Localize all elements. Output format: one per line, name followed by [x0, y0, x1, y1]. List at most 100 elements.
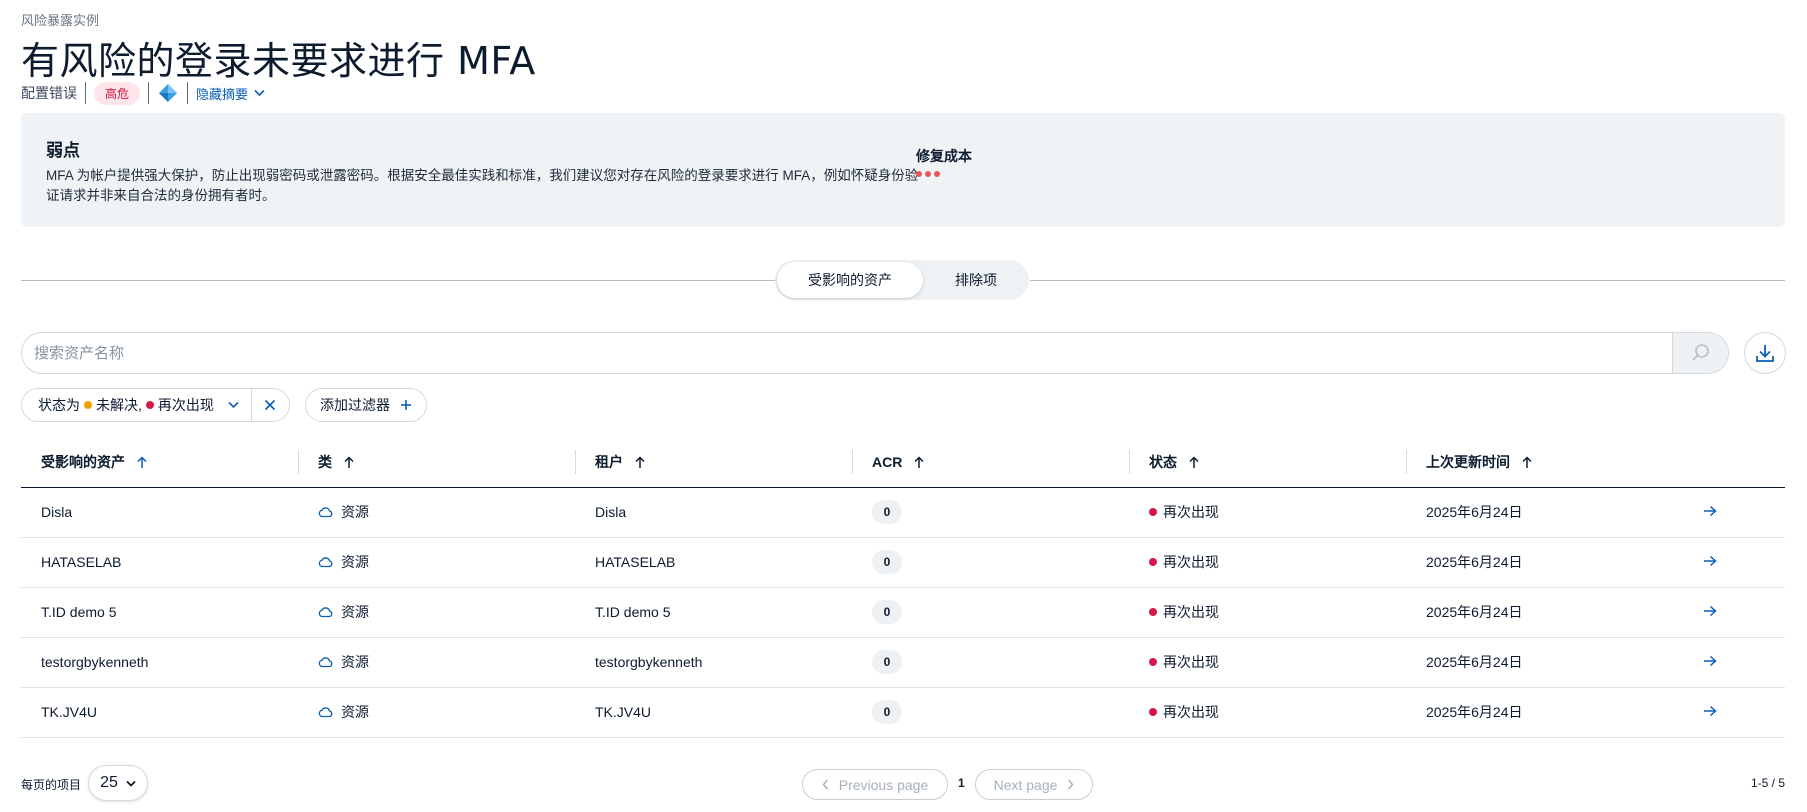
status-filter-chip: 状态为 未解决, 再次出现	[21, 388, 290, 422]
search-icon	[1691, 344, 1709, 361]
cell-updated: 2025年6月24日	[1406, 637, 1683, 688]
sort-asc-icon	[1189, 456, 1199, 468]
column-header-asset[interactable]: 受影响的资产	[21, 437, 298, 488]
cell-status: 再次出现	[1129, 487, 1406, 538]
column-header-updated[interactable]: 上次更新时间	[1406, 437, 1683, 488]
current-page-number[interactable]: 1	[958, 776, 965, 790]
column-separator	[1129, 450, 1130, 474]
column-header-status[interactable]: 状态	[1129, 437, 1406, 488]
open-asset-arrow-icon[interactable]	[1703, 654, 1717, 670]
download-button[interactable]	[1744, 332, 1786, 374]
cell-type-label: 资源	[341, 604, 369, 620]
search-button[interactable]	[1672, 333, 1728, 373]
status-dot	[1149, 558, 1157, 566]
cell-asset: Disla	[21, 487, 298, 538]
view-toggle: 受影响的资产 排除项	[775, 260, 1029, 300]
chevron-down-icon	[254, 89, 265, 97]
cloud-icon	[318, 707, 333, 718]
table-row[interactable]: TK.JV4U 资源 TK.JV4U 0 再次出现 2025年6月24日	[21, 687, 1785, 738]
filter-value-unresolved: 未解决,	[96, 397, 142, 413]
assets-table: 受影响的资产 类 租户 ACR 状态 上次更新时间 Disla 资源 Disla…	[21, 437, 1785, 738]
cell-status: 再次出现	[1129, 587, 1406, 638]
cell-acr: 0	[852, 487, 1129, 538]
hide-summary-toggle[interactable]: 隐藏摘要	[196, 84, 265, 103]
table-row[interactable]: Disla 资源 Disla 0 再次出现 2025年6月24日	[21, 487, 1785, 538]
cell-updated: 2025年6月24日	[1406, 687, 1683, 738]
cell-type: 资源	[298, 537, 575, 588]
chevron-down-icon	[126, 780, 136, 787]
tab-exclusions[interactable]: 排除项	[925, 262, 1027, 298]
cell-status: 再次出现	[1129, 637, 1406, 688]
meta-row: 配置错误 高危 隐藏摘要	[21, 80, 265, 106]
filter-prefix: 状态为	[38, 397, 80, 413]
category-label: 配置错误	[21, 85, 77, 101]
plus-icon	[401, 400, 411, 410]
cell-type-label: 资源	[341, 704, 369, 720]
open-asset-arrow-icon[interactable]	[1703, 554, 1717, 570]
sort-asc-icon	[635, 456, 645, 468]
status-label: 再次出现	[1163, 554, 1219, 570]
column-header-type[interactable]: 类	[298, 437, 575, 488]
per-page-label: 每页的项目	[21, 778, 82, 792]
column-header-tenant[interactable]: 租户	[575, 437, 852, 488]
section-divider-right	[1030, 280, 1785, 281]
cell-acr: 0	[852, 537, 1129, 588]
cost-dot	[916, 171, 922, 177]
status-dot-unresolved	[84, 401, 92, 409]
cell-updated: 2025年6月24日	[1406, 487, 1683, 538]
add-filter-button[interactable]: 添加过滤器	[305, 388, 427, 422]
cloud-icon	[318, 607, 333, 618]
page-title: 有风险的登录未要求进行 MFA	[21, 39, 536, 83]
cell-status: 再次出现	[1129, 537, 1406, 588]
clear-filter-button[interactable]	[250, 389, 289, 421]
next-page-label: Next page	[993, 776, 1058, 793]
acr-badge: 0	[872, 700, 902, 724]
cell-tenant: T.ID demo 5	[575, 587, 852, 638]
cell-asset: HATASELAB	[21, 537, 298, 588]
table-row[interactable]: T.ID demo 5 资源 T.ID demo 5 0 再次出现 2025年6…	[21, 587, 1785, 638]
cell-asset: TK.JV4U	[21, 687, 298, 738]
divider	[148, 82, 150, 104]
chevron-down-icon	[228, 401, 239, 409]
cell-type-label: 资源	[341, 504, 369, 520]
open-asset-arrow-icon[interactable]	[1703, 504, 1717, 520]
cell-status: 再次出现	[1129, 687, 1406, 738]
per-page-value: 25	[100, 774, 118, 791]
cell-action	[1683, 487, 1785, 538]
cell-tenant: Disla	[575, 487, 852, 538]
status-dot	[1149, 708, 1157, 716]
sort-asc-icon	[1522, 456, 1532, 468]
cell-type-label: 资源	[341, 554, 369, 570]
tab-affected-assets[interactable]: 受影响的资产	[777, 262, 923, 298]
per-page-select[interactable]: 25	[88, 765, 148, 801]
previous-page-button[interactable]: Previous page	[802, 769, 948, 800]
next-page-button[interactable]: Next page	[975, 769, 1093, 800]
search-input[interactable]	[34, 333, 1674, 373]
cloud-icon	[318, 557, 333, 568]
chevron-left-icon	[822, 779, 828, 790]
table-row[interactable]: testorgbykenneth 资源 testorgbykenneth 0 再…	[21, 637, 1785, 688]
filter-value-recurring: 再次出现	[157, 397, 214, 413]
column-header-label: ACR	[872, 453, 903, 470]
cell-updated: 2025年6月24日	[1406, 537, 1683, 588]
open-asset-arrow-icon[interactable]	[1703, 704, 1717, 720]
cell-action	[1683, 637, 1785, 688]
cell-asset: T.ID demo 5	[21, 587, 298, 638]
divider	[187, 82, 189, 104]
sort-asc-icon	[137, 456, 147, 468]
status-filter-dropdown[interactable]: 状态为 未解决, 再次出现	[22, 389, 251, 421]
column-header-acr[interactable]: ACR	[852, 437, 1129, 488]
close-icon	[265, 399, 276, 411]
status-label: 再次出现	[1163, 504, 1219, 520]
column-separator	[1406, 450, 1407, 474]
open-asset-arrow-icon[interactable]	[1703, 604, 1717, 620]
cell-acr: 0	[852, 637, 1129, 688]
table-row[interactable]: HATASELAB 资源 HATASELAB 0 再次出现 2025年6月24日	[21, 537, 1785, 588]
column-separator	[852, 450, 853, 474]
sort-asc-icon	[344, 456, 354, 468]
chevron-right-icon	[1068, 779, 1074, 790]
weakness-description: MFA 为帐户提供强大保护，防止出现弱密码或泄露密码。根据安全最佳实践和标准，我…	[46, 168, 919, 203]
cost-dot	[925, 171, 931, 177]
hide-summary-label: 隐藏摘要	[196, 86, 249, 102]
cell-tenant: TK.JV4U	[575, 687, 852, 738]
